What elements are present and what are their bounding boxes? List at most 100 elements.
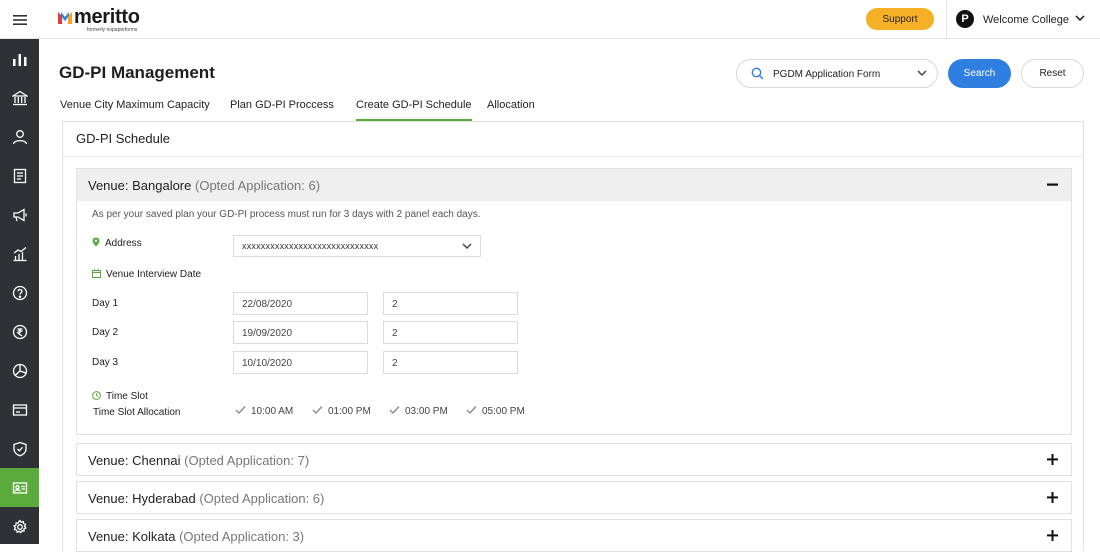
expand-icon[interactable]	[1047, 453, 1058, 466]
brand-name: meritto	[74, 6, 140, 28]
sidebar-item-gdpi[interactable]	[0, 468, 39, 507]
hamburger-icon	[12, 14, 27, 25]
sidebar-item-campaigns[interactable]	[0, 195, 39, 234]
venue-name: Venue: Chennai	[88, 453, 181, 468]
time-slot-option[interactable]: 05:00 PM	[466, 405, 525, 417]
college-name[interactable]: Welcome College	[983, 14, 1069, 26]
brand-tagline: formerly nopaperforms	[87, 27, 138, 33]
venue-header[interactable]: Venue: Kolkata (Opted Application: 3)	[77, 520, 1071, 552]
sidebar-item-reports[interactable]	[0, 351, 39, 390]
bar-chart-icon	[12, 53, 26, 66]
list-icon	[13, 168, 26, 183]
plan-note: As per your saved plan your GD-PI proces…	[92, 209, 481, 220]
sidebar-item-security[interactable]	[0, 429, 39, 468]
page-title: GD-PI Management	[59, 63, 215, 82]
venue-kolkata[interactable]: Venue: Kolkata (Opted Application: 3)	[76, 519, 1072, 552]
day-2-panels-input[interactable]: 2	[383, 321, 518, 344]
application-form-select[interactable]: PGDM Application Form	[736, 59, 938, 88]
venue-header[interactable]: Venue: Chennai (Opted Application: 7)	[77, 444, 1071, 476]
panel-divider	[63, 156, 1083, 157]
time-slot-option[interactable]: 10:00 AM	[235, 405, 293, 417]
college-avatar[interactable]: P	[956, 10, 974, 28]
card-icon	[12, 403, 27, 416]
time-slot-label-text: 01:00 PM	[328, 406, 371, 417]
day-label: Day 2	[92, 327, 119, 338]
venue-hyderabad[interactable]: Venue: Hyderabad (Opted Application: 6)	[76, 481, 1072, 514]
address-value: xxxxxxxxxxxxxxxxxxxxxxxxxxxxx	[242, 241, 379, 251]
day-label: Day 1	[92, 298, 119, 309]
expand-icon[interactable]	[1047, 529, 1058, 542]
venue-name: Venue: Hyderabad	[88, 491, 196, 506]
id-card-icon	[12, 481, 27, 494]
time-slot-label-text: 05:00 PM	[482, 406, 525, 417]
chevron-down-icon	[917, 70, 927, 77]
venue-header[interactable]: Venue: Bangalore (Opted Application: 6)	[77, 169, 1071, 201]
sidebar-item-applications[interactable]	[0, 156, 39, 195]
venue-opted-count: (Opted Application: 6)	[199, 491, 325, 506]
tab-allocation[interactable]: Allocation	[487, 99, 535, 121]
meritto-logo-icon	[58, 11, 72, 24]
chevron-down-icon	[462, 243, 472, 250]
pie-chart-icon	[12, 363, 27, 378]
bank-icon	[11, 90, 28, 105]
user-icon	[12, 129, 27, 144]
search-icon	[751, 67, 764, 80]
top-bar: meritto formerly nopaperforms Support P …	[0, 0, 1100, 39]
sidebar-item-payments[interactable]	[0, 312, 39, 351]
search-button[interactable]: Search	[948, 59, 1011, 88]
hamburger-menu-button[interactable]	[0, 0, 39, 39]
tab-venue-city-capacity[interactable]: Venue City Maximum Capacity	[60, 99, 210, 121]
sidebar	[0, 39, 39, 544]
clock-icon	[92, 391, 101, 400]
day-2-date-input[interactable]: 19/09/2020	[233, 321, 368, 344]
checkmark-icon	[235, 406, 246, 414]
time-slot-allocation-label: Time Slot Allocation	[93, 407, 181, 418]
day-3-date-input[interactable]: 10/10/2020	[233, 351, 368, 374]
tab-plan-gdpi-process[interactable]: Plan GD-PI Proccess	[230, 99, 334, 121]
venue-name: Venue: Bangalore	[88, 178, 192, 193]
application-form-value: PGDM Application Form	[773, 69, 881, 80]
day-1-date-input[interactable]: 22/08/2020	[233, 292, 368, 315]
chevron-down-icon[interactable]	[1075, 15, 1085, 22]
sidebar-item-analytics[interactable]	[0, 234, 39, 273]
venue-opted-count: (Opted Application: 3)	[179, 529, 305, 544]
reset-button[interactable]: Reset	[1021, 59, 1084, 88]
rupee-icon	[12, 324, 27, 339]
megaphone-icon	[12, 207, 27, 222]
address-label: Address	[105, 238, 142, 249]
checkmark-icon	[312, 406, 323, 414]
venue-opted-count: (Opted Application: 6)	[195, 178, 321, 193]
sidebar-item-help[interactable]	[0, 273, 39, 312]
venue-name: Venue: Kolkata	[88, 529, 176, 544]
sidebar-item-settings[interactable]	[0, 507, 39, 546]
help-icon	[12, 285, 27, 300]
support-button[interactable]: Support	[866, 8, 934, 30]
sidebar-item-users[interactable]	[0, 117, 39, 156]
day-1-panels-input[interactable]: 2	[383, 292, 518, 315]
shield-icon	[12, 441, 27, 456]
expand-icon[interactable]	[1047, 491, 1058, 504]
collapse-icon[interactable]	[1047, 178, 1058, 191]
sidebar-item-dashboard[interactable]	[0, 39, 39, 78]
tab-create-gdpi-schedule[interactable]: Create GD-PI Schedule	[356, 99, 472, 121]
venue-chennai[interactable]: Venue: Chennai (Opted Application: 7)	[76, 443, 1072, 476]
calendar-icon	[92, 269, 101, 278]
time-slot-label-text: 10:00 AM	[251, 406, 294, 417]
settings-icon	[12, 518, 27, 534]
time-slot-label: Time Slot	[106, 391, 148, 402]
venue-header[interactable]: Venue: Hyderabad (Opted Application: 6)	[77, 482, 1071, 514]
time-slot-option[interactable]: 03:00 PM	[389, 405, 448, 417]
brand-logo[interactable]: meritto formerly nopaperforms	[58, 6, 140, 33]
time-slot-label-text: 03:00 PM	[405, 406, 448, 417]
panel-title: GD-PI Schedule	[76, 131, 170, 146]
sidebar-item-institution[interactable]	[0, 78, 39, 117]
gdpi-schedule-panel: GD-PI Schedule Venue: Bangalore (Opted A…	[62, 121, 1084, 552]
sidebar-item-billing[interactable]	[0, 390, 39, 429]
location-pin-icon	[92, 237, 100, 247]
time-slot-option[interactable]: 01:00 PM	[312, 405, 371, 417]
day-label: Day 3	[92, 357, 119, 368]
checkmark-icon	[389, 406, 400, 414]
address-select[interactable]: xxxxxxxxxxxxxxxxxxxxxxxxxxxxx	[233, 235, 481, 257]
day-3-panels-input[interactable]: 2	[383, 351, 518, 374]
venue-interview-date-label: Venue Interview Date	[106, 269, 202, 280]
